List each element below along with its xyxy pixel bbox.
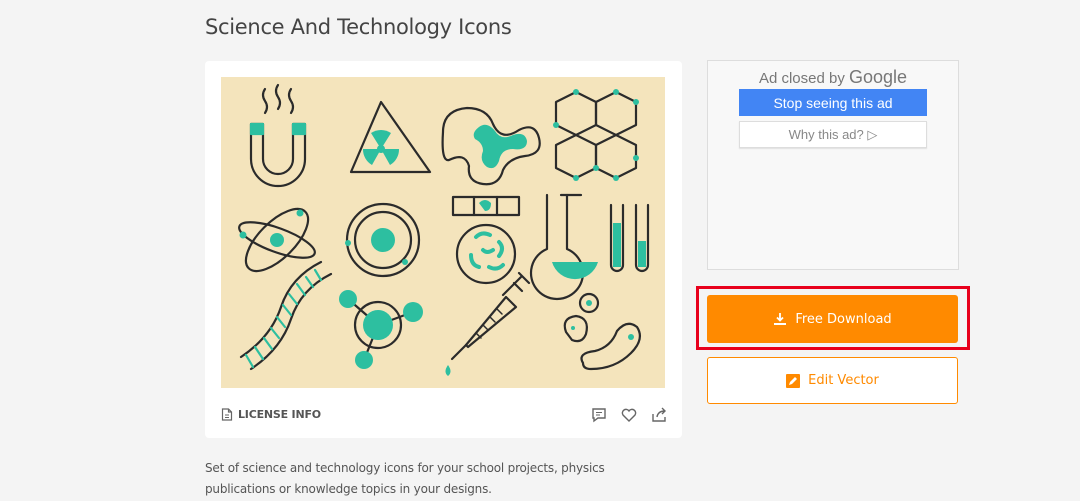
document-icon: [221, 408, 233, 421]
heart-icon[interactable]: [620, 406, 638, 424]
license-info-label: LICENSE INFO: [238, 408, 321, 421]
molecule-icon: [339, 290, 423, 369]
ad-closed-label: Ad closed by: [758, 70, 845, 87]
flask-icon: [529, 193, 598, 301]
share-icon[interactable]: [650, 406, 668, 424]
preview-image[interactable]: [221, 77, 665, 388]
edit-vector-label: Edit Vector: [808, 373, 879, 388]
orbit-icon: [345, 202, 421, 278]
card-actions: [590, 406, 668, 424]
download-icon: [774, 313, 787, 325]
description: Set of science and technology icons for …: [205, 461, 605, 496]
atom-icon: [238, 207, 316, 273]
why-this-ad-label: Why this ad?: [788, 126, 864, 142]
edit-icon: [786, 373, 801, 388]
comment-icon[interactable]: [590, 406, 608, 424]
google-logo: Google: [849, 67, 908, 87]
page-title: Science And Technology Icons: [205, 15, 512, 39]
ad-container: Ad closed by Google Stop seeing this ad …: [707, 60, 959, 270]
syringe-icon: [445, 271, 531, 376]
license-info-link[interactable]: LICENSE INFO: [221, 408, 321, 421]
dna-icon: [239, 260, 333, 371]
edit-vector-button[interactable]: Edit Vector: [707, 357, 958, 404]
play-icon: ▷: [867, 126, 878, 142]
cells-icon: [563, 292, 642, 371]
free-download-button[interactable]: Free Download: [707, 295, 958, 343]
why-this-ad-button[interactable]: Why this ad? ▷: [739, 121, 927, 148]
petri-dish-icon: [451, 195, 521, 285]
free-download-label: Free Download: [795, 311, 892, 327]
molecule-blob-icon: [441, 106, 541, 186]
test-tubes-icon: [609, 203, 650, 273]
preview-card: LICENSE INFO: [205, 61, 682, 438]
radiation-icon: [349, 100, 432, 174]
stop-seeing-ad-button[interactable]: Stop seeing this ad: [739, 89, 927, 116]
ad-closed-text: Ad closed by Google: [708, 67, 958, 88]
magnet-icon: [249, 83, 307, 188]
hexagon-structure-icon: [553, 89, 639, 181]
